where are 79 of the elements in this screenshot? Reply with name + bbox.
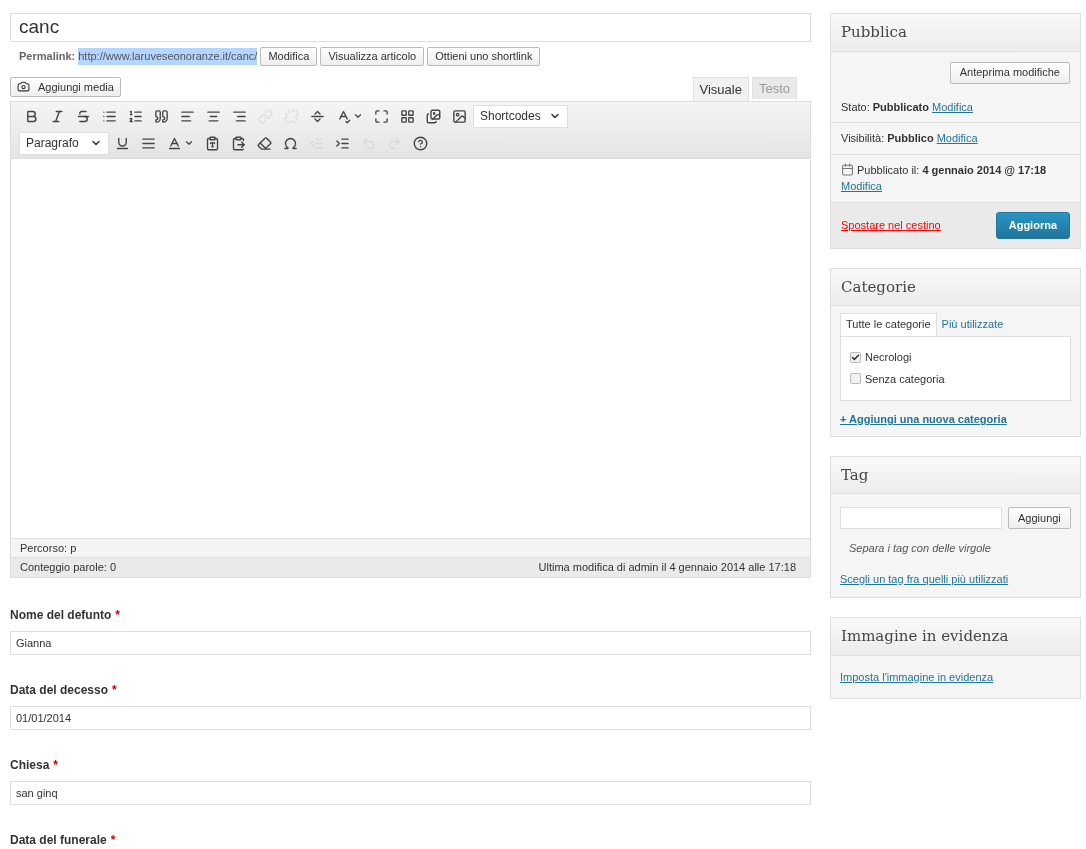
- title-field[interactable]: canc: [10, 13, 811, 42]
- italic-icon: [50, 108, 65, 124]
- category-tab[interactable]: Tutte le categorie: [840, 313, 937, 336]
- status-value: Pubblico: [887, 131, 934, 146]
- checkbox[interactable]: [850, 373, 861, 385]
- status-value: Pubblicato: [872, 99, 929, 115]
- unlink-icon: [284, 108, 299, 124]
- page-break-icon: [310, 108, 325, 124]
- field-label: Data del funerale: [10, 832, 107, 849]
- add-category-link[interactable]: + Aggiungi una nuova categoria: [840, 411, 1071, 428]
- tag-hint: Separa i tag con delle virgole: [849, 541, 992, 556]
- text-field[interactable]: 01/01/2014: [10, 706, 811, 730]
- status-label: Pubblicato il:: [857, 162, 920, 178]
- edit-link[interactable]: Modifica: [936, 130, 978, 147]
- format-select[interactable]: Paragrafo: [19, 131, 109, 155]
- strikethrough-icon: [76, 108, 91, 124]
- underline-icon: [115, 135, 130, 151]
- word-count: Conteggio parole: 0: [20, 560, 116, 576]
- image-icon: [452, 108, 467, 124]
- field-label: Nome del defunto: [10, 607, 112, 624]
- category-tab[interactable]: Più utilizzate: [936, 313, 1009, 336]
- permalink-label: Permalink:: [19, 49, 76, 65]
- panel-title: Tag: [831, 456, 1080, 494]
- permalink-button[interactable]: Visualizza articolo: [320, 46, 425, 66]
- required-asterisk: *: [112, 682, 117, 699]
- text-field[interactable]: Gianna: [10, 631, 811, 655]
- gallery-icon: [426, 108, 441, 124]
- text-field[interactable]: san ginq: [10, 781, 811, 805]
- link-icon: [258, 108, 273, 124]
- help-icon: [413, 135, 428, 151]
- status-value: 4 gennaio 2014 @ 17:18: [922, 162, 1047, 178]
- indent-icon: [335, 135, 350, 151]
- justify-icon: [141, 135, 156, 151]
- align-left-icon: [180, 108, 195, 124]
- edit-link[interactable]: Modifica: [932, 98, 973, 115]
- text-color-icon: [167, 135, 182, 151]
- last-modified: Ultima modifica di admin il 4 gennaio 2014 alle 17:18: [538, 560, 796, 576]
- camera-icon: [17, 80, 30, 94]
- editor-tab[interactable]: Visuale: [692, 76, 749, 101]
- align-right-icon: [232, 108, 247, 124]
- preview-button[interactable]: Anteprima modifiche: [949, 61, 1070, 84]
- panel-title: Immagine in evidenza: [831, 618, 1080, 656]
- field-label: Data del decesso: [10, 682, 109, 699]
- checkbox[interactable]: [850, 351, 861, 363]
- status-label: Stato:: [841, 99, 870, 115]
- permalink-button[interactable]: Ottieni uno shortlink: [427, 46, 541, 66]
- edit-link[interactable]: Modifica: [841, 178, 882, 195]
- required-asterisk: *: [53, 757, 59, 774]
- paste-word-icon: [231, 135, 246, 151]
- set-featured-image-link[interactable]: Imposta l'immagine in evidenza: [840, 670, 994, 683]
- field-label: Chiesa: [10, 757, 50, 774]
- bulleted-list-icon: [102, 108, 117, 124]
- paste-text-icon: [205, 135, 220, 151]
- format-select[interactable]: Shortcodes: [473, 104, 568, 128]
- calendar-icon: [841, 163, 854, 177]
- add-media-button[interactable]: Aggiungi media: [10, 76, 121, 97]
- toolbar-toggle-icon: [400, 108, 415, 124]
- omega-icon: [283, 135, 298, 151]
- permalink-button[interactable]: Modifica: [260, 46, 318, 66]
- add-tag-button[interactable]: Aggiungi: [1008, 507, 1071, 529]
- category-label: Necrologi: [865, 350, 912, 365]
- bold-icon: [24, 108, 39, 124]
- required-asterisk: *: [115, 607, 120, 624]
- eraser-icon: [257, 135, 272, 151]
- required-asterisk: *: [110, 832, 116, 849]
- numbered-list-icon: [128, 108, 143, 124]
- update-button[interactable]: Aggiorna: [995, 211, 1070, 239]
- align-center-icon: [206, 108, 221, 124]
- category-label: Senza categoria: [865, 371, 945, 387]
- quote-icon: [154, 108, 169, 124]
- path-bar: Percorso: p: [11, 538, 810, 557]
- status-label: Visibilità:: [841, 131, 885, 146]
- popular-tags-link[interactable]: Scegli un tag fra quelli più utilizzati: [840, 570, 1071, 587]
- fullscreen-icon: [374, 108, 389, 124]
- panel-title: Pubblica: [831, 14, 1080, 52]
- permalink-url[interactable]: http://www.laruveseonoranze.it/canc/: [78, 48, 258, 65]
- panel-title: Categorie: [831, 268, 1080, 306]
- tag-input[interactable]: [840, 507, 1002, 529]
- spellcheck-icon: [336, 108, 351, 124]
